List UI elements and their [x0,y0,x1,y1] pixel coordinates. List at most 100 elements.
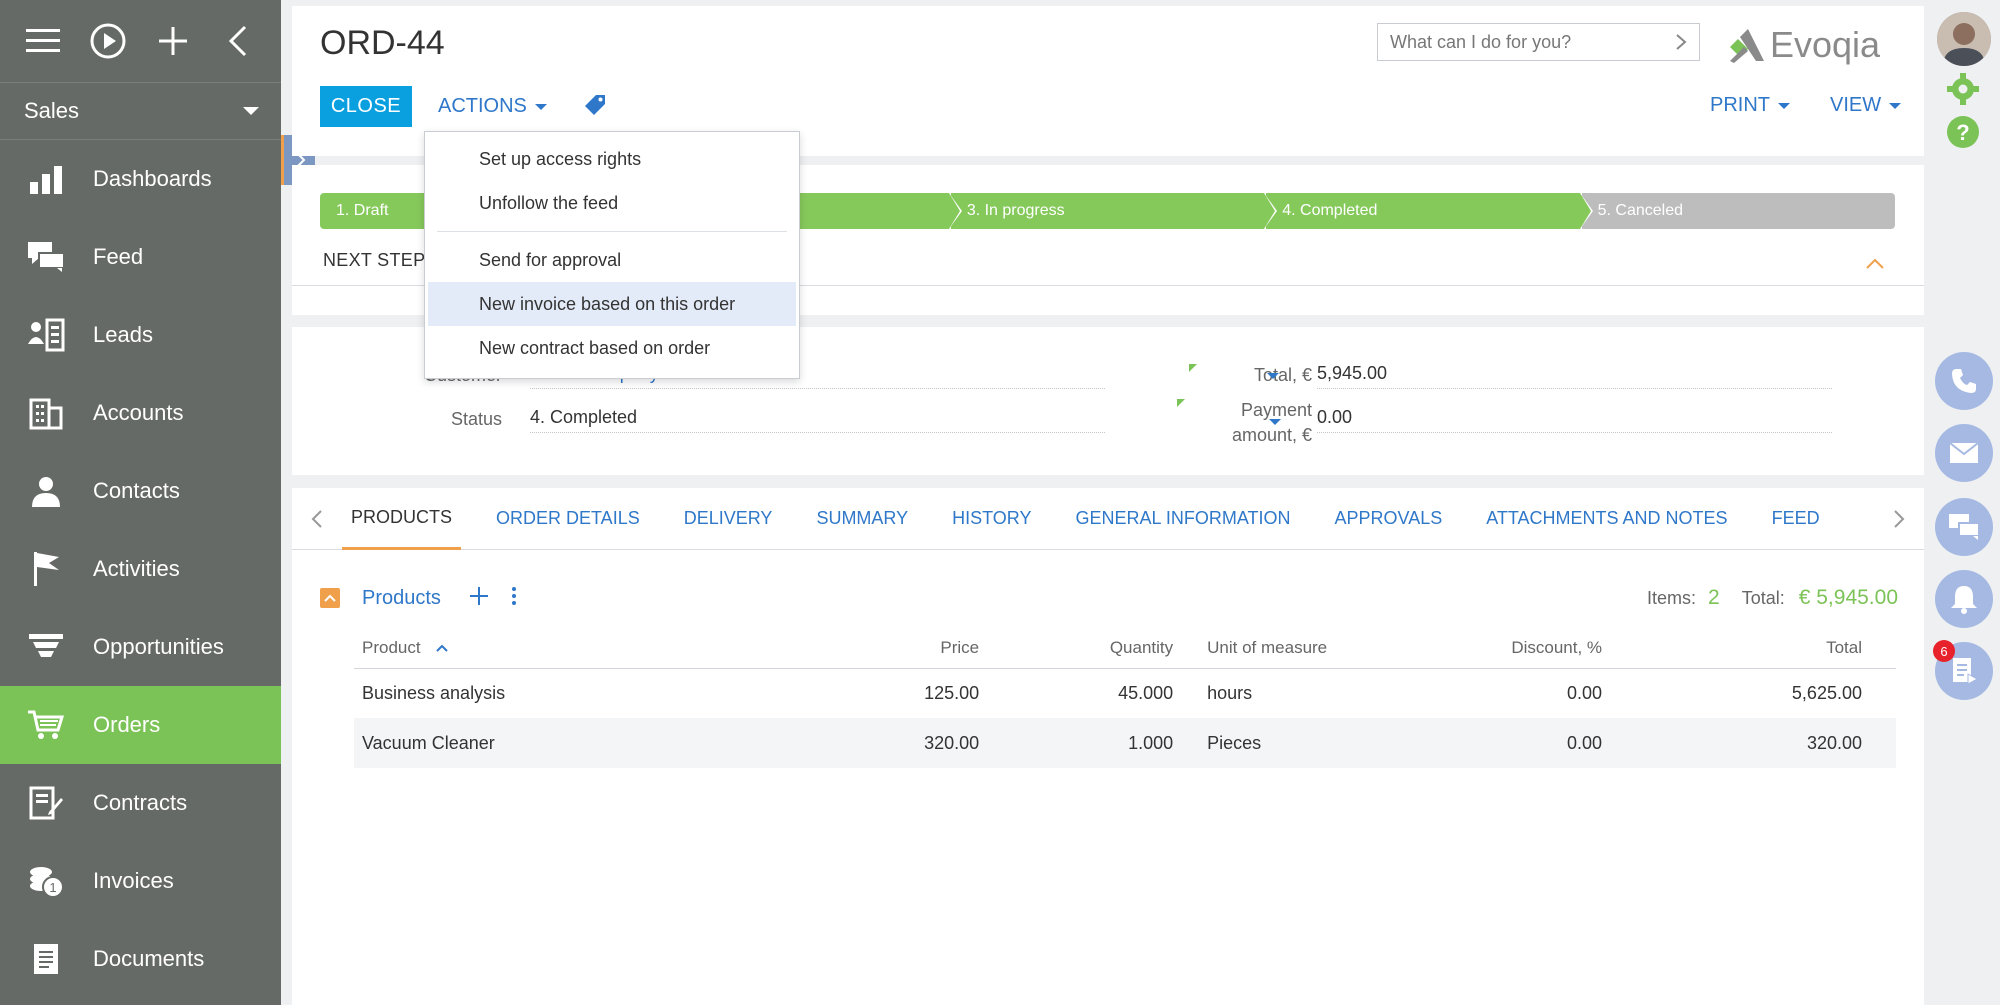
sidebar-item-dashboards[interactable]: Dashboards [0,140,281,218]
menu-divider [437,231,787,232]
notifications-button[interactable] [1935,570,1993,628]
tabs-panel: PRODUCTS ORDER DETAILS DELIVERY SUMMARY … [292,488,1924,1005]
menu-item-unfollow-feed[interactable]: Unfollow the feed [428,181,796,225]
play-icon[interactable] [83,16,133,66]
stage-completed[interactable]: 4. Completed [1266,193,1594,229]
tab-general-information[interactable]: GENERAL INFORMATION [1053,488,1312,550]
sidebar-item-activities[interactable]: Activities [0,530,281,608]
menu-item-send-for-approval[interactable]: Send for approval [428,238,796,282]
menu-item-set-up-access-rights[interactable]: Set up access rights [428,137,796,181]
cell-discount: 0.00 [1566,682,1603,703]
envelope-icon [1949,442,1979,463]
chevron-down-icon [243,107,259,115]
tab-attachments-and-notes[interactable]: ATTACHMENTS AND NOTES [1464,488,1749,550]
building-icon [26,393,66,433]
email-button[interactable] [1935,424,1993,482]
stage-in-progress[interactable]: 3. In progress [950,193,1278,229]
tab-approvals[interactable]: APPROVALS [1313,488,1465,550]
cell-price: 320.00 [782,718,988,768]
chat-button[interactable] [1935,498,1993,556]
phone-icon [1952,369,1976,393]
tag-icon[interactable] [584,94,606,121]
flag-icon [26,549,66,589]
view-button[interactable]: VIEW [1830,94,1902,117]
notification-badge: 6 [1933,640,1955,662]
products-table: Product Price Quantity Unit of measure D… [354,628,1896,768]
bar-chart-icon [26,159,66,199]
actions-dropdown-menu: Set up access rights Unfollow the feed S… [424,131,800,379]
more-icon[interactable] [511,586,517,611]
sidebar-item-orders[interactable]: Orders [0,686,281,764]
cart-icon [26,705,66,745]
phone-button[interactable] [1935,352,1993,410]
sidebar-item-accounts[interactable]: Accounts [0,374,281,452]
add-icon[interactable] [469,586,489,611]
svg-text:?: ? [1956,120,1969,145]
chevron-right-icon[interactable] [1675,33,1687,51]
avatar[interactable] [1937,12,1991,66]
payment-amount-field[interactable]: 0.00 [1317,403,1832,433]
menu-icon[interactable] [18,16,68,66]
column-header-discount[interactable]: Discount, % [1416,628,1611,669]
sidebar: Sales Dashboards Feed Leads Accounts Con… [0,0,281,1005]
collapse-icon[interactable] [320,588,340,608]
next-steps-tab[interactable]: NEXT STEPS [323,250,438,271]
gear-icon[interactable] [1946,72,1980,111]
sidebar-item-label: Activities [93,556,180,581]
chevron-up-icon[interactable] [1865,257,1885,275]
sidebar-item-contacts[interactable]: Contacts [0,452,281,530]
help-icon[interactable]: ? [1946,115,1980,154]
chevron-left-icon[interactable] [292,509,342,529]
sidebar-item-contracts[interactable]: Contracts [0,764,281,842]
leads-icon [26,315,66,355]
command-search-input[interactable]: What can I do for you? [1377,23,1700,61]
tab-bar: PRODUCTS ORDER DETAILS DELIVERY SUMMARY … [292,488,1924,550]
products-detail-header: Products Items: 2 Total: € 5,945.00 [320,578,1898,618]
column-header-unit[interactable]: Unit of measure [1181,628,1416,669]
plus-icon[interactable] [148,16,198,66]
sidebar-item-label: Dashboards [93,166,212,191]
tab-products[interactable]: PRODUCTS [342,488,462,550]
products-title[interactable]: Products [362,587,441,610]
cell-discount: 0.00 [1416,718,1611,768]
chevron-left-icon[interactable] [213,16,263,66]
sidebar-item-opportunities[interactable]: Opportunities [0,608,281,686]
items-label: Items: [1647,587,1697,608]
total-label: Total, € [1253,365,1312,385]
sidebar-item-label: Opportunities [93,634,224,659]
sidebar-item-leads[interactable]: Leads [0,296,281,374]
chevron-down-icon[interactable] [1267,373,1279,379]
table-row[interactable]: Business analysis 125.00 45.000 hours 0.… [354,668,1896,718]
print-button[interactable]: PRINT [1710,94,1790,117]
cell-price: 125.00 [924,682,980,703]
stage-canceled[interactable]: 5. Canceled [1581,193,1896,229]
actions-button[interactable]: ACTIONS [438,86,547,127]
sidebar-toolbar [0,0,281,83]
close-button[interactable]: CLOSE [320,86,412,127]
sidebar-item-label: Feed [93,244,144,269]
menu-item-new-contract[interactable]: New contract based on order [428,326,796,370]
total-field[interactable]: 5,945.00 [1317,359,1832,389]
chevron-down-icon[interactable] [1269,419,1281,425]
tab-delivery[interactable]: DELIVERY [662,488,795,550]
table-row[interactable]: Vacuum Cleaner 320.00 1.000 Pieces 0.00 … [354,718,1896,768]
workspace-selector[interactable]: Sales [0,83,281,140]
column-header-product[interactable]: Product [354,628,783,669]
tab-order-details[interactable]: ORDER DETAILS [474,488,662,550]
column-header-quantity[interactable]: Quantity [987,628,1182,669]
menu-item-new-invoice[interactable]: New invoice based on this order [428,282,796,326]
status-field[interactable]: 4. Completed [530,403,1105,433]
person-icon [26,471,66,511]
page-title: ORD-44 [320,24,445,62]
tab-summary[interactable]: SUMMARY [794,488,930,550]
column-header-total[interactable]: Total [1610,628,1896,669]
sidebar-item-documents[interactable]: Documents [0,920,281,998]
chevron-right-icon[interactable] [1874,509,1924,529]
sidebar-item-invoices[interactable]: 1 Invoices [0,842,281,920]
column-header-price[interactable]: Price [782,628,988,669]
sidebar-item-feed[interactable]: Feed [0,218,281,296]
tab-feed[interactable]: FEED [1750,488,1842,550]
tab-history[interactable]: HISTORY [930,488,1053,550]
items-count: 2 [1708,586,1720,609]
search-placeholder: What can I do for you? [1390,31,1572,52]
